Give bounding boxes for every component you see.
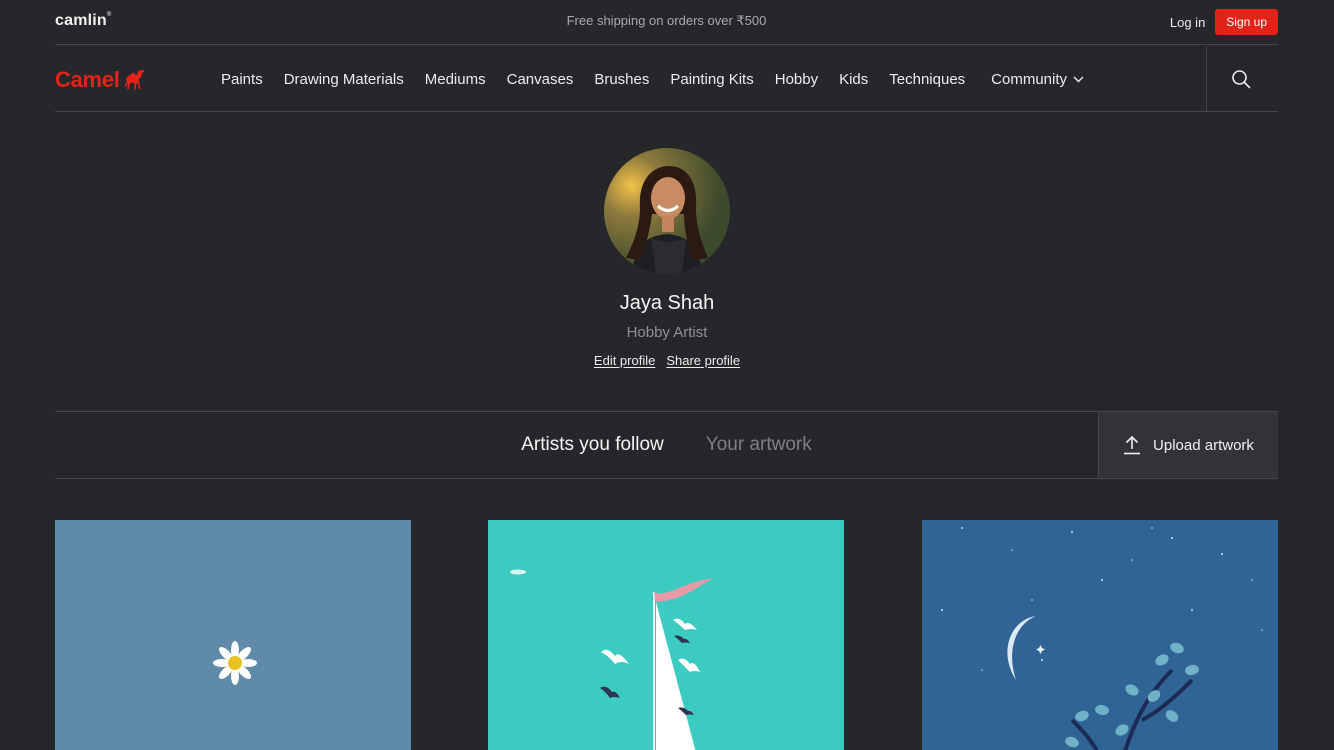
daisy-artwork — [55, 520, 411, 750]
search-icon[interactable] — [1231, 69, 1251, 89]
auth-links: Log in Sign up — [1170, 9, 1278, 35]
main-nav: Camel Paints Drawing Materials Mediums C… — [55, 46, 1278, 112]
nav-item-paints[interactable]: Paints — [221, 71, 263, 88]
profile-actions: Edit profile Share profile — [0, 353, 1334, 368]
upload-artwork-button[interactable]: Upload artwork — [1098, 412, 1278, 478]
artwork-card-sailboat[interactable] — [488, 520, 844, 750]
tab-artists-you-follow[interactable]: Artists you follow — [521, 434, 664, 456]
artwork-card-moon[interactable] — [922, 520, 1278, 750]
nav-item-techniques[interactable]: Techniques — [889, 71, 965, 88]
nav-item-kids[interactable]: Kids — [839, 71, 868, 88]
upload-artwork-label: Upload artwork — [1153, 436, 1254, 454]
edit-profile-link[interactable]: Edit profile — [594, 353, 655, 368]
artwork-tabs: Artists you follow Your artwork — [55, 412, 1278, 478]
camel-logo-text: Camel — [55, 67, 120, 92]
sailboat-artwork — [488, 520, 844, 750]
nav-item-hobby[interactable]: Hobby — [775, 71, 818, 88]
share-profile-link[interactable]: Share profile — [666, 353, 740, 368]
nav-item-painting-kits[interactable]: Painting Kits — [670, 71, 753, 88]
top-bar: camlin® Free shipping on orders over ₹50… — [55, 0, 1278, 45]
nav-item-mediums[interactable]: Mediums — [425, 71, 486, 88]
artwork-tabs-bar: Artists you follow Your artwork Upload a… — [55, 411, 1278, 479]
nav-item-drawing-materials[interactable]: Drawing Materials — [284, 71, 404, 88]
nav-item-canvases[interactable]: Canvases — [507, 71, 574, 88]
nav-menu: Paints Drawing Materials Mediums Canvase… — [221, 46, 1105, 112]
artwork-gallery — [55, 520, 1278, 750]
avatar[interactable] — [604, 148, 730, 274]
nav-item-brushes[interactable]: Brushes — [594, 71, 649, 88]
tab-your-artwork[interactable]: Your artwork — [706, 434, 812, 456]
nav-item-community-label: Community — [991, 70, 1068, 88]
profile-name: Jaya Shah — [619, 292, 715, 314]
chevron-down-icon — [1073, 76, 1084, 82]
signup-button[interactable]: Sign up — [1215, 9, 1278, 35]
upload-icon — [1124, 435, 1141, 455]
artwork-card-daisy[interactable] — [55, 520, 411, 750]
camel-icon — [124, 70, 144, 90]
profile-section: Jaya Shah Hobby Artist Edit profile Shar… — [0, 148, 1334, 368]
nav-item-community[interactable]: Community — [991, 71, 1084, 88]
moon-artwork — [922, 520, 1278, 750]
shipping-promo-text: Free shipping on orders over ₹500 — [566, 13, 767, 28]
login-link[interactable]: Log in — [1170, 15, 1205, 30]
nav-divider — [1206, 46, 1207, 112]
profile-role: Hobby Artist — [626, 324, 708, 341]
camel-logo[interactable]: Camel — [55, 67, 146, 93]
